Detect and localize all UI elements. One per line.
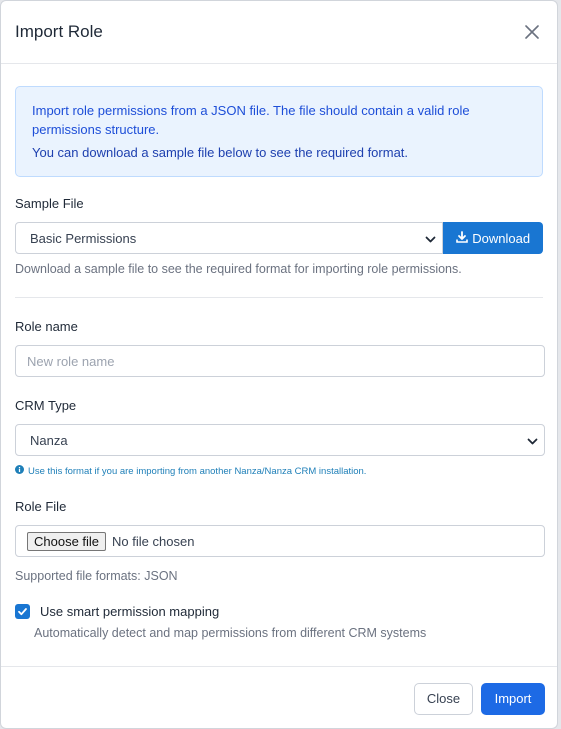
modal-header: Import Role — [1, 1, 557, 64]
divider — [15, 297, 543, 298]
role-file-input: Choose file No file chosen — [15, 525, 545, 557]
modal-title: Import Role — [15, 22, 103, 41]
sample-file-selected: Basic Permissions — [30, 230, 137, 246]
crm-type-label: CRM Type — [15, 398, 77, 413]
download-button[interactable]: Download — [443, 222, 543, 254]
chevron-down-icon — [527, 435, 538, 450]
supported-formats-text: Supported file formats: JSON — [15, 569, 178, 583]
role-name-label: Role name — [15, 319, 78, 334]
sample-file-label: Sample File — [15, 196, 84, 211]
smart-mapping-help: Automatically detect and map permissions… — [34, 626, 427, 640]
close-button[interactable]: Close — [414, 682, 473, 715]
download-icon — [456, 230, 469, 246]
file-status: No file chosen — [112, 533, 195, 549]
sample-file-select[interactable]: Basic Permissions — [15, 222, 444, 254]
download-label: Download — [472, 230, 531, 246]
role-file-label: Role File — [15, 499, 67, 514]
crm-type-info: Use this format if you are importing fro… — [15, 465, 543, 477]
import-button[interactable]: Import — [481, 682, 545, 715]
info-alert: Import role permissions from a JSON file… — [15, 86, 543, 177]
sample-file-row: Basic Permissions Download — [15, 222, 543, 254]
chevron-down-icon — [425, 233, 436, 248]
info-icon — [15, 465, 24, 477]
smart-mapping-checkbox[interactable] — [15, 604, 30, 619]
role-name-input[interactable] — [15, 345, 545, 377]
modal-body: Import role permissions from a JSON file… — [1, 64, 557, 640]
sample-file-help: Download a sample file to see the requir… — [15, 262, 462, 276]
alert-text-sample: You can download a sample file below to … — [32, 145, 409, 160]
crm-type-select[interactable]: Nanza — [15, 424, 545, 456]
crm-type-selected: Nanza — [30, 432, 68, 448]
modal-footer: Close Import — [1, 666, 557, 728]
check-icon — [18, 608, 27, 616]
smart-mapping-label[interactable]: Use smart permission mapping — [40, 604, 219, 619]
choose-file-button[interactable]: Choose file — [27, 531, 107, 551]
import-role-modal: Import Role Import role permissions from… — [0, 0, 558, 729]
crm-type-info-text: Use this format if you are importing fro… — [28, 465, 367, 477]
smart-mapping-row: Use smart permission mapping — [15, 604, 543, 619]
alert-text: Import role permissions from a JSON file… — [32, 103, 470, 137]
close-icon[interactable] — [521, 21, 543, 43]
